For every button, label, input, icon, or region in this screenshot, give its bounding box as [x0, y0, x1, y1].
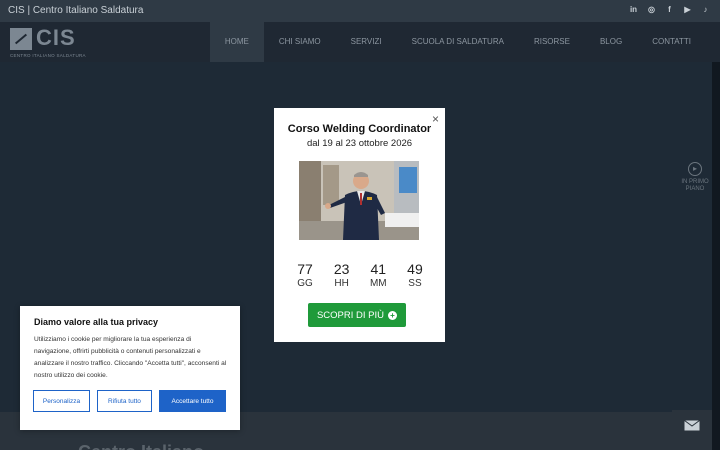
countdown-seconds: 49 SS [400, 261, 430, 289]
nav-chi-siamo[interactable]: CHI SIAMO [264, 22, 336, 62]
logo[interactable]: CIS CENTRO ITALIANO SALDATURA [10, 25, 90, 58]
page-scrollbar[interactable] [712, 62, 720, 450]
linkedin-icon[interactable]: in [629, 5, 638, 14]
countdown-days: 77 GG [290, 261, 320, 289]
site-name: CIS | Centro Italiano Saldatura [8, 5, 144, 16]
cookie-text: Utilizziamo i cookie per migliorare la t… [34, 336, 227, 379]
header: CIS CENTRO ITALIANO SALDATURA HOME CHI S… [0, 22, 720, 62]
countdown-hours-value: 23 [333, 261, 350, 277]
countdown-seconds-label: SS [408, 278, 422, 289]
accept-all-button[interactable]: Accettare tutto [159, 390, 226, 412]
plus-icon: + [388, 310, 398, 320]
cookie-buttons: Personalizza Rifiuta tutto Accettare tut… [33, 390, 226, 412]
cookie-title: Diamo valore alla tua privacy [34, 317, 159, 327]
customize-button[interactable]: Personalizza [33, 390, 90, 412]
countdown-seconds-value: 49 [407, 261, 423, 277]
popup-dates: dal 19 al 23 ottobre 2026 [306, 138, 413, 149]
top-bar: CIS | Centro Italiano Saldatura in ◎ f ▶… [0, 0, 720, 22]
popup-title: Corso Welding Coordinator [287, 123, 432, 135]
section-title: Centro Italiano [78, 442, 204, 450]
youtube-icon[interactable]: ▶ [683, 5, 692, 14]
scopri-button[interactable]: SCOPRI DI PIÙ + [308, 303, 406, 327]
instagram-icon[interactable]: ◎ [647, 5, 656, 14]
logo-subtitle: CENTRO ITALIANO SALDATURA [10, 53, 86, 58]
social-links: in ◎ f ▶ ♪ [629, 5, 710, 14]
countdown-minutes: 41 MM [363, 261, 393, 289]
side-widget-line2: PIANO [685, 186, 705, 192]
arrow-icon: ▸ [688, 162, 702, 176]
reject-all-button[interactable]: Rifiuta tutto [97, 390, 152, 412]
nav-blog[interactable]: BLOG [585, 22, 637, 62]
side-widget-line1: IN PRIMO [681, 179, 709, 185]
countdown-days-value: 77 [297, 261, 313, 277]
nav-home[interactable]: HOME [209, 22, 264, 62]
countdown-days-label: GG [297, 278, 313, 289]
nav-servizi[interactable]: SERVIZI [336, 22, 397, 62]
tiktok-icon[interactable]: ♪ [701, 5, 710, 14]
in-primo-piano-widget[interactable]: ▸ IN PRIMO PIANO [680, 162, 710, 193]
course-photo [299, 161, 419, 240]
countdown: 77 GG 23 HH 41 MM 49 SS [290, 261, 430, 289]
logo-mark-icon [10, 28, 32, 50]
nav-risorse[interactable]: RISORSE [519, 22, 585, 62]
cookie-banner: Diamo valore alla tua privacy Utilizziam… [20, 306, 240, 430]
countdown-minutes-label: MM [369, 278, 387, 289]
mail-icon [684, 419, 700, 430]
nav-scuola-di-saldatura[interactable]: SCUOLA DI SALDATURA [397, 22, 519, 62]
contact-mail-button[interactable] [672, 410, 712, 440]
countdown-minutes-value: 41 [370, 261, 387, 277]
course-popup: × Corso Welding Coordinator dal 19 al 23… [274, 108, 445, 342]
main-nav: HOME CHI SIAMO SERVIZI SCUOLA DI SALDATU… [209, 22, 706, 62]
countdown-hours: 23 HH [327, 261, 357, 289]
countdown-hours-label: HH [334, 278, 349, 289]
nav-contatti[interactable]: CONTATTI [637, 22, 706, 62]
scopri-button-label: SCOPRI DI PIÙ [316, 309, 385, 321]
facebook-icon[interactable]: f [665, 5, 674, 14]
logo-text: CIS [36, 25, 76, 50]
